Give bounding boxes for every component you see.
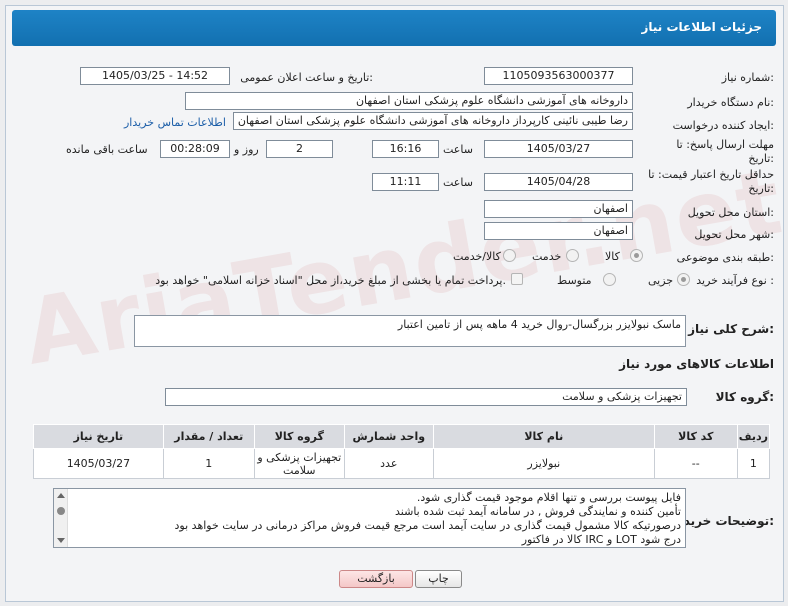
description-textarea[interactable]: ماسک نبولایزر بزرگسال-روال خرید 4 ماهه پ… [134, 315, 686, 347]
category-radio-goods[interactable] [630, 249, 643, 262]
page-title: جزئیات اطلاعات نیاز [641, 20, 762, 34]
category-option-goods: کالا [605, 250, 620, 263]
remaining-time-field: 00:28:09 [160, 140, 230, 158]
need-number-label: شماره نیاز: [721, 71, 774, 84]
col-unit: واحد شمارش [343, 424, 434, 449]
col-group: گروه کالا [253, 424, 345, 449]
process-type-label: نوع فرآیند خرید : [696, 274, 774, 287]
validity-date-field: 1405/04/28 [484, 173, 633, 191]
scroll-up-icon[interactable] [57, 493, 65, 498]
cell-group: تجهیزات پزشکی و سلامت [253, 448, 345, 479]
city-label: شهر محل تحویل: [694, 228, 774, 241]
requester-label: ایجاد کننده درخواست: [672, 119, 774, 132]
buyer-note-line: فایل پیوست بررسی و تنها اقلام موجود قیمت… [416, 491, 681, 504]
category-label: طبقه بندی موضوعی: [676, 251, 774, 264]
col-code: کد کالا [653, 424, 738, 449]
goods-group-field: تجهیزات پزشکی و سلامت [165, 388, 687, 406]
process-option-medium: متوسط [557, 274, 592, 287]
deadline-date-field: 1405/03/27 [484, 140, 633, 158]
need-number-field: 1105093563000377 [484, 67, 633, 85]
page-header: جزئیات اطلاعات نیاز [12, 10, 776, 46]
buyer-note-line: تأمین کننده و نمایندگی فروش , در سامانه … [395, 505, 681, 518]
deadline-label: مهلت ارسال پاسخ: تا تاریخ: [676, 138, 774, 165]
days-label: روز و [234, 143, 259, 156]
buyer-note-line: درصورتیکه کالا مشمول قیمت گذاری در سایت … [174, 519, 681, 532]
validity-time-field: 11:11 [372, 173, 439, 191]
description-text: ماسک نبولایزر بزرگسال-روال خرید 4 ماهه پ… [397, 318, 681, 331]
col-name: نام کالا [432, 424, 655, 449]
announce-datetime-label: تاریخ و ساعت اعلان عمومی: [240, 71, 373, 84]
goods-section-title: اطلاعات کالاهای مورد نیاز [619, 357, 774, 371]
cell-date: 1405/03/27 [33, 448, 164, 479]
col-date: تاریخ نیاز [33, 424, 164, 449]
deadline-time-label: ساعت [443, 143, 473, 156]
scroll-down-icon[interactable] [57, 538, 65, 543]
process-radio-medium[interactable] [603, 273, 616, 286]
cell-name: نبولایزر [432, 448, 655, 479]
cell-unit: عدد [343, 448, 434, 479]
price-validity-label: حداقل تاریخ اعتبار قیمت: تا تاریخ: [648, 168, 774, 195]
deadline-time-field: 16:16 [372, 140, 439, 158]
cell-code: -- [653, 448, 738, 479]
col-quantity: تعداد / مقدار [162, 424, 255, 449]
print-button[interactable]: چاپ [415, 570, 462, 588]
scroll-thumb[interactable] [57, 507, 65, 515]
buyer-notes-label: توضیحات خریدار: [672, 514, 774, 528]
category-option-goods-service: کالا/خدمت [453, 250, 501, 263]
payment-checkbox[interactable] [511, 273, 523, 285]
payment-note: پرداخت تمام یا بخشی از مبلغ خرید،از محل … [155, 274, 506, 287]
col-row: ردیف [736, 424, 771, 449]
goods-group-label: گروه کالا: [715, 390, 774, 404]
notes-scrollbar[interactable] [54, 489, 68, 547]
days-field: 2 [266, 140, 333, 158]
validity-time-label: ساعت [443, 176, 473, 189]
announce-datetime-field: 1405/03/25 - 14:52 [80, 67, 230, 85]
category-radio-service[interactable] [566, 249, 579, 262]
cell-quantity: 1 [162, 448, 255, 479]
buyer-note-line: درج شود LOT و IRC کالا در فاکتور [521, 533, 681, 546]
process-radio-small[interactable] [677, 273, 690, 286]
description-label: شرح کلی نیاز: [688, 322, 774, 336]
category-option-service: خدمت [532, 250, 562, 263]
cell-row: 1 [736, 448, 771, 479]
buyer-contact-link[interactable]: اطلاعات تماس خریدار [124, 116, 226, 129]
buyer-org-field: داروخانه های آموزشی دانشگاه علوم پزشکی ا… [185, 92, 633, 110]
buyer-org-label: نام دستگاه خریدار: [687, 96, 774, 109]
back-button[interactable]: بازگشت [339, 570, 413, 588]
remaining-label: ساعت باقی مانده [66, 143, 148, 156]
category-radio-goods-service[interactable] [503, 249, 516, 262]
city-field: اصفهان [484, 222, 633, 240]
province-field: اصفهان [484, 200, 633, 218]
process-option-small: جزیی [648, 274, 674, 287]
province-label: استان محل تحویل: [687, 206, 774, 219]
goods-table: ردیف کد کالا نام کالا واحد شمارش گروه کا… [33, 424, 771, 479]
buyer-notes-textarea[interactable]: فایل پیوست بررسی و تنها اقلام موجود قیمت… [53, 488, 686, 548]
requester-field: رضا طیبی نائینی کارپرداز داروخانه های آم… [233, 112, 633, 130]
table-row: 1 -- نبولایزر عدد تجهیزات پزشکی و سلامت … [33, 448, 771, 479]
